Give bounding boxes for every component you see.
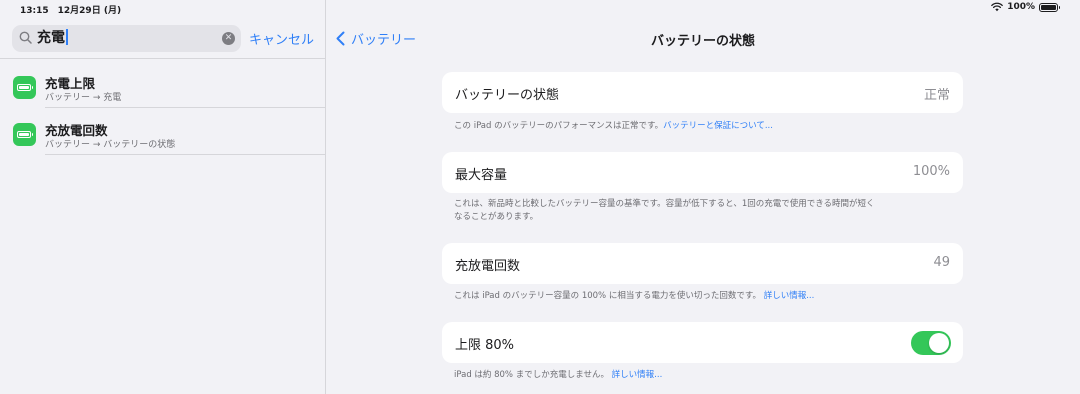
footnote: これは、新品時と比較したバッテリー容量の基準です。容量が低下すると、1回の充電で… (454, 198, 964, 224)
charge-limit-toggle[interactable] (911, 331, 951, 355)
battery-percent: 100% (1007, 2, 1035, 12)
search-sidebar: 13:15 12月29日 (月) 充電 ✕ キャンセル 充電上限 バッテリー →… (0, 0, 326, 394)
row-label: バッテリーの状態 (455, 88, 560, 103)
learn-more-link[interactable]: 詳しい情報... (764, 291, 815, 301)
search-result-cycle-count[interactable]: 充放電回数 バッテリー → バッテリーの状態 (0, 110, 325, 157)
battery-warranty-link[interactable]: バッテリーと保証について... (663, 121, 773, 131)
learn-more-link[interactable]: 詳しい情報... (612, 370, 663, 380)
toggle-knob (929, 333, 949, 353)
search-result-charge-limit[interactable]: 充電上限 バッテリー → 充電 (0, 63, 325, 110)
row-label: 上限 80% (455, 338, 515, 353)
row-label: 最大容量 (455, 168, 508, 183)
cancel-button[interactable]: キャンセル (249, 29, 314, 48)
battery-health-pane: 100% バッテリー バッテリーの状態 バッテリーの状態 正常 この iPad … (326, 0, 1080, 394)
settings-screen: 13:15 12月29日 (月) 充電 ✕ キャンセル 充電上限 バッテリー →… (0, 0, 1080, 394)
page-title: バッテリーの状態 (650, 34, 755, 49)
row-value: 49 (933, 255, 950, 270)
status-right: 100% (991, 2, 1060, 12)
footnote: これは iPad のバッテリー容量の 100% に相当する電力を使い切った回数で… (454, 291, 815, 301)
divider (0, 58, 325, 59)
result-path: バッテリー → 充電 (45, 93, 122, 103)
footnote: この iPad のバッテリーのパフォーマンスは正常です。バッテリーと保証について… (454, 121, 773, 131)
divider (45, 107, 325, 108)
row-value: 正常 (923, 88, 950, 103)
text-caret (66, 29, 68, 45)
row-value: 100% (912, 164, 950, 179)
divider (45, 154, 325, 155)
footnote-line: これは、新品時と比較したバッテリー容量の基準です。容量が低下すると、1回の充電で… (454, 199, 875, 209)
clear-icon[interactable]: ✕ (222, 32, 235, 45)
charge-limit-row: 上限 80% (442, 322, 963, 363)
maximum-capacity-row: 最大容量 100% (442, 152, 963, 193)
result-path: バッテリー → バッテリーの状態 (45, 140, 176, 150)
footnote: iPad は約 80% までしか充電しません。 詳しい情報... (454, 370, 663, 380)
row-label: 充放電回数 (455, 259, 521, 274)
battery-full-icon (1039, 2, 1060, 12)
wifi-icon (991, 2, 1004, 12)
cycle-count-row: 充放電回数 49 (442, 243, 963, 284)
search-icon (19, 31, 32, 44)
battery-health-row: バッテリーの状態 正常 (442, 72, 963, 113)
battery-app-icon (13, 123, 36, 146)
search-value: 充電 (37, 29, 68, 47)
footnote-line: なることがあります。 (454, 212, 539, 222)
status-time: 13:15 12月29日 (月) (20, 6, 122, 16)
battery-app-icon (13, 76, 36, 99)
search-input[interactable]: 充電 ✕ (12, 25, 241, 52)
